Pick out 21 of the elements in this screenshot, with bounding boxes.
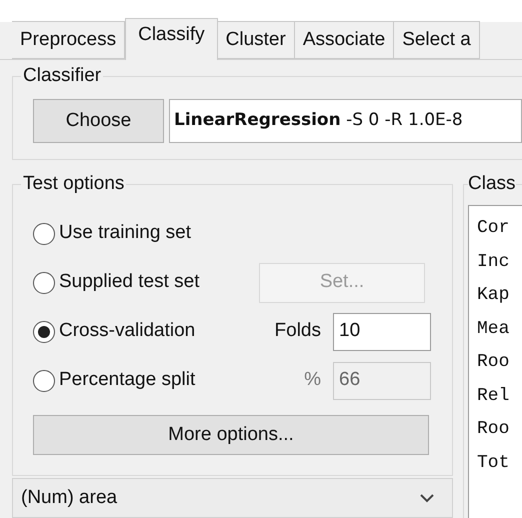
chevron-down-icon	[420, 494, 434, 502]
tab[interactable]: Cluster	[218, 21, 295, 59]
input-field[interactable]: 10	[333, 312, 431, 350]
radio-button[interactable]	[33, 320, 55, 342]
tab[interactable]: Associate	[294, 21, 394, 59]
field-label: Folds	[274, 319, 322, 344]
radio-button[interactable]	[33, 222, 55, 244]
radio-label: Use training set	[59, 221, 192, 246]
radio-label: Supplied test set	[59, 270, 200, 294]
tab[interactable]: Preprocess	[12, 21, 126, 59]
radio-label: Cross-validation	[59, 319, 196, 344]
classifier-field[interactable]: LinearRegression -S 0 -R 1.0E-8	[169, 99, 522, 143]
field-label: %	[303, 368, 322, 392]
choose-button[interactable]: Choose	[33, 99, 164, 143]
tab[interactable]: Classify	[125, 18, 218, 60]
output-text-area: Cor Inc Kap Mea Roo Rel Roo Tot	[468, 205, 522, 518]
tab[interactable]: Select a	[394, 21, 480, 59]
more-options-button[interactable]: More options...	[33, 415, 429, 455]
radio-label: Percentage split	[59, 368, 196, 392]
attribute-dropdown[interactable]: (Num) area	[12, 478, 453, 518]
dropdown-value: (Num) area	[21, 486, 118, 510]
